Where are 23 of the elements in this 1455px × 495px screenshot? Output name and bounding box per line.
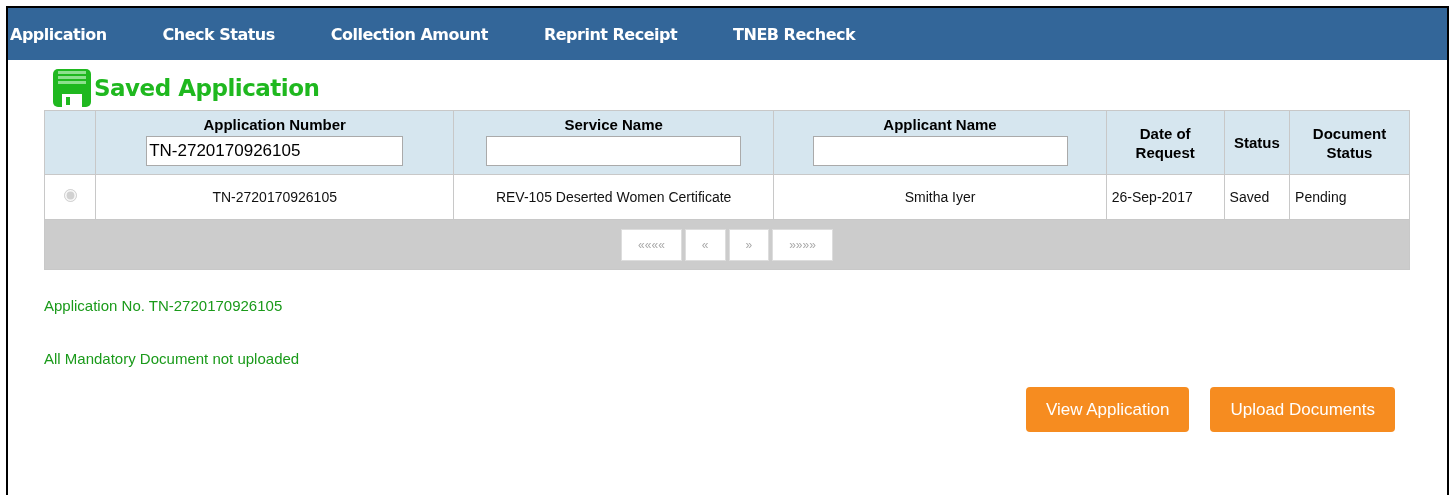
filter-field[interactable] — [486, 136, 742, 166]
nav-link[interactable]: Check Status — [162, 24, 275, 44]
table-cell: REV-105 Deserted Women Certificate — [453, 174, 774, 220]
filter-field[interactable] — [812, 136, 1068, 166]
table-cell: 26-Sep-2017 — [1106, 174, 1225, 220]
table-cell: TN-2720170926105 — [95, 174, 454, 220]
nav-link[interactable]: TNEB Recheck — [733, 24, 856, 44]
column-heading: Document Status — [1311, 123, 1388, 162]
nav-link[interactable]: Reprint Receipt — [543, 24, 678, 44]
status-message: All Mandatory Document not uploaded — [44, 349, 301, 369]
table-cell: Smitha Iyer — [773, 174, 1107, 220]
nav-link[interactable]: Collection Amount — [330, 24, 488, 44]
column-heading: Application Number — [202, 115, 347, 134]
column-heading: Service Name — [563, 115, 664, 134]
column-heading: Applicant Name — [882, 115, 998, 134]
table-cell: Pending — [1289, 174, 1410, 220]
column-heading: Status — [1232, 133, 1281, 152]
table-cell: Saved — [1224, 174, 1290, 220]
status-message: Application No. TN-2720170926105 — [44, 296, 284, 316]
page-title: Saved Application — [94, 75, 320, 101]
column-heading: Date of Request — [1134, 123, 1196, 162]
filter-field[interactable]: TN-2720170926105 — [146, 136, 404, 166]
nav-link[interactable]: Application — [10, 24, 107, 44]
